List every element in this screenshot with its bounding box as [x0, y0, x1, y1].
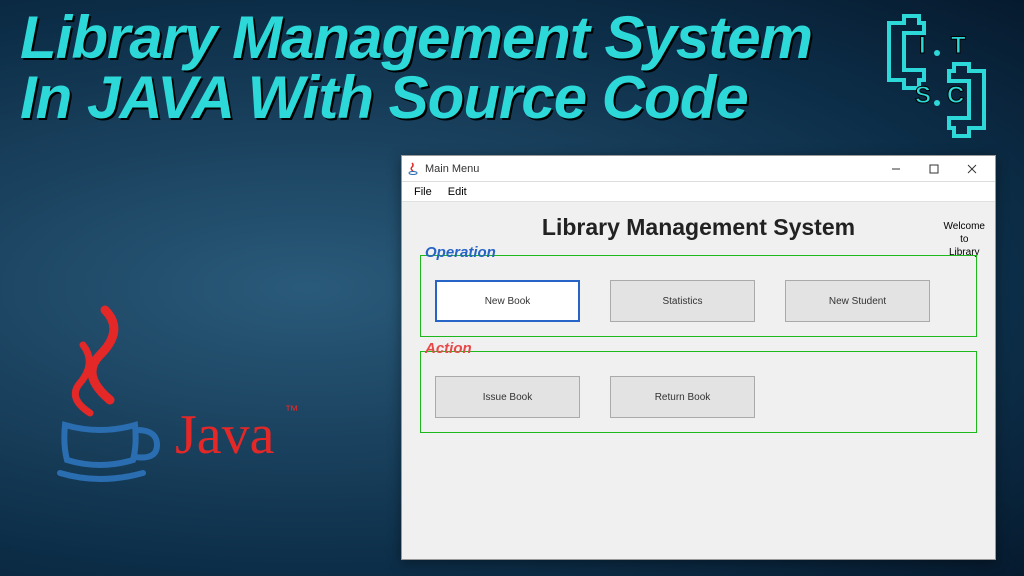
menu-edit[interactable]: Edit — [440, 184, 475, 200]
minimize-button[interactable] — [877, 157, 915, 181]
java-text: Java — [175, 403, 275, 467]
svg-text:C: C — [947, 82, 964, 109]
java-tm: ™ — [285, 402, 299, 418]
java-cup-icon — [55, 305, 165, 505]
app-heading: Library Management System — [402, 214, 995, 241]
new-student-button[interactable]: New Student — [785, 280, 930, 322]
headline-line-1: Library Management System — [20, 8, 812, 68]
statistics-button[interactable]: Statistics — [610, 280, 755, 322]
itsc-logo-icon: I T S C — [869, 8, 1004, 143]
app-window: Main Menu File Edit Library Management S… — [401, 155, 996, 560]
window-titlebar[interactable]: Main Menu — [402, 156, 995, 182]
svg-text:T: T — [951, 32, 966, 59]
maximize-button[interactable] — [915, 157, 953, 181]
svg-text:S: S — [915, 82, 931, 109]
action-panel: Action Issue Book Return Book — [420, 351, 977, 433]
action-label: Action — [421, 340, 476, 357]
operation-panel: Operation New Book Statistics New Studen… — [420, 255, 977, 337]
java-app-icon — [406, 162, 420, 176]
window-controls — [877, 157, 991, 181]
new-book-button[interactable]: New Book — [435, 280, 580, 322]
close-button[interactable] — [953, 157, 991, 181]
return-book-button[interactable]: Return Book — [610, 376, 755, 418]
menubar: File Edit — [402, 182, 995, 202]
welcome-label: Welcome to Library — [944, 220, 986, 259]
operation-label: Operation — [421, 244, 500, 261]
svg-text:I: I — [919, 32, 926, 59]
thumbnail-headline: Library Management System In JAVA With S… — [20, 8, 812, 128]
window-title: Main Menu — [425, 163, 877, 175]
java-logo: Java ™ — [55, 305, 299, 505]
menu-file[interactable]: File — [406, 184, 440, 200]
headline-line-2: In JAVA With Source Code — [20, 68, 812, 128]
issue-book-button[interactable]: Issue Book — [435, 376, 580, 418]
app-content: Library Management System Welcome to Lib… — [402, 214, 995, 571]
